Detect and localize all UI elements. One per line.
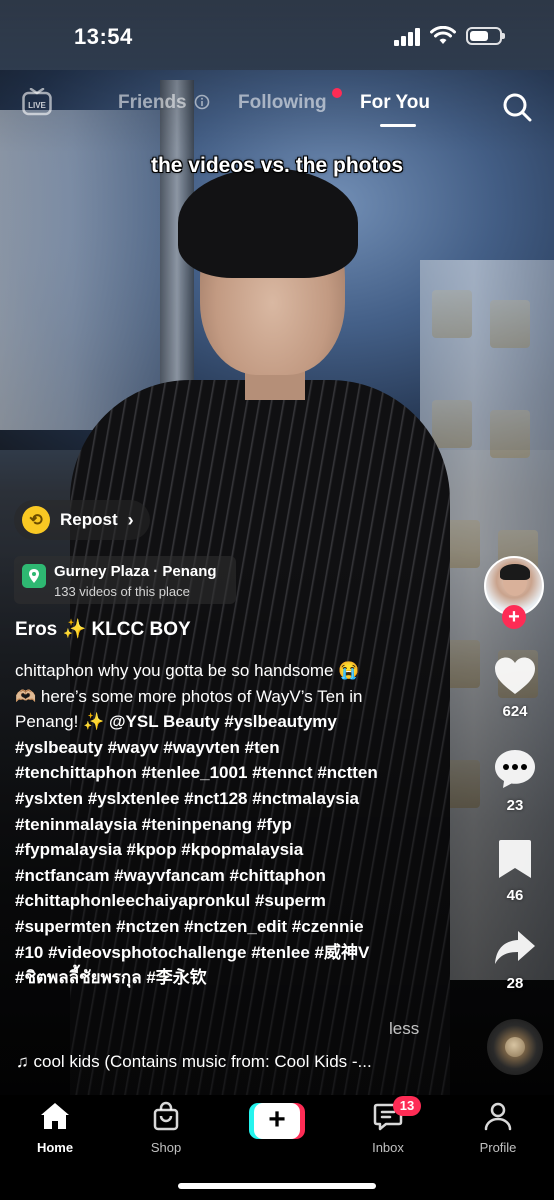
comment-button[interactable]: 23 <box>490 748 540 814</box>
tab-home-label: Home <box>36 1140 74 1155</box>
post-description: chittaphon why you gotta be so handsome … <box>15 658 410 991</box>
tab-shop[interactable]: Shop <box>126 1101 206 1155</box>
tab-home[interactable]: Home <box>15 1101 95 1155</box>
share-count: 28 <box>506 975 524 992</box>
live-icon[interactable]: LIVE <box>22 88 52 116</box>
music-ticker[interactable]: ♫ cool kids (Contains music from: Cool K… <box>16 1052 372 1072</box>
save-button[interactable]: 46 <box>490 838 540 904</box>
bookmark-icon <box>499 840 531 878</box>
description-line: 🫶🏼 here’s some more photos of WayV’s Ten… <box>15 686 363 706</box>
tab-shop-label: Shop <box>150 1140 182 1155</box>
live-label: LIVE <box>28 101 46 110</box>
hashtag-line[interactable]: #tenchittaphon #tenlee_1001 #tennct #nct… <box>15 760 410 786</box>
hashtag-line[interactable]: #yslxten #yslxtenlee #nct128 #nctmalaysi… <box>15 786 410 812</box>
hashtag-line[interactable]: #yslbeauty #wayv #wayvten #ten <box>15 735 410 761</box>
sound-disc[interactable] <box>487 1019 543 1075</box>
chevron-right-icon: › <box>127 509 134 530</box>
top-navigation: LIVE Friends Following For You <box>0 84 554 128</box>
location-tag[interactable]: Gurney Plaza · Penang 133 videos of this… <box>14 556 236 604</box>
tab-inbox-label: Inbox <box>372 1140 404 1155</box>
tab-for-you[interactable]: For You <box>360 92 430 114</box>
comment-count: 23 <box>506 797 524 814</box>
info-icon <box>194 94 210 110</box>
status-time: 13:54 <box>74 24 133 49</box>
location-name: Gurney Plaza · Penang <box>54 563 217 580</box>
inbox-badge: 13 <box>393 1096 421 1116</box>
avatar-hair <box>500 564 530 580</box>
save-count: 46 <box>506 887 524 904</box>
home-indicator[interactable] <box>178 1183 376 1189</box>
like-count: 624 <box>502 703 528 720</box>
share-button[interactable]: 28 <box>490 928 540 992</box>
tab-profile[interactable]: Profile <box>458 1101 538 1155</box>
tab-profile-label: Profile <box>479 1140 517 1155</box>
repost-label: Repost <box>60 510 118 529</box>
hashtag-line[interactable]: #ชิตพลลี้ชัยพรกุล #李永钦 <box>15 965 410 991</box>
create-button[interactable]: + <box>249 1103 305 1139</box>
comment-icon <box>495 750 535 788</box>
less-toggle[interactable]: less <box>389 1019 419 1039</box>
author-username[interactable]: Eros ✨ KLCC BOY <box>15 617 191 641</box>
tab-following[interactable]: Following <box>238 92 327 114</box>
following-notification-dot <box>332 88 342 98</box>
cellular-signal-icon <box>394 28 422 46</box>
repost-button[interactable]: ⟲ Repost › <box>14 500 150 540</box>
location-pin-icon <box>22 564 46 588</box>
profile-icon <box>484 1102 512 1131</box>
wifi-icon <box>430 26 456 44</box>
description-text: Penang! ✨ <box>15 712 109 732</box>
status-bar: 13:54 <box>0 0 554 70</box>
search-icon[interactable] <box>502 92 532 122</box>
home-icon <box>41 1103 69 1129</box>
active-tab-indicator <box>380 124 416 127</box>
hashtag-line[interactable]: #10 #videovsphotochallenge #tenlee #威神V <box>15 940 410 966</box>
hashtag-line[interactable]: #chittaphonleechaiyapronkul #superm <box>15 888 410 914</box>
location-subtitle: 133 videos of this place <box>54 584 190 599</box>
follow-button[interactable]: + <box>502 605 526 629</box>
repost-icon: ⟲ <box>22 506 50 534</box>
plus-icon: + <box>254 1103 300 1139</box>
battery-icon <box>466 27 505 45</box>
music-title: cool kids (Contains music from: Cool Kid… <box>33 1052 372 1071</box>
hashtag-line[interactable]: #fypmalaysia #kpop #kpopmalaysia <box>15 837 410 863</box>
description-line: chittaphon why you gotta be so handsome … <box>15 661 360 680</box>
hashtag-line[interactable]: #supermten #nctzen #nctzen_edit #czennie <box>15 914 410 940</box>
hashtag-line[interactable]: #nctfancam #wayvfancam #chittaphon <box>15 863 410 889</box>
description-line: Penang! ✨ @YSL Beauty #yslbeautymy <box>15 709 410 735</box>
heart-icon <box>495 657 535 694</box>
hashtag-line[interactable]: #teninmalaysia #teninpenang #fyp <box>15 812 410 838</box>
shopping-bag-icon <box>153 1101 179 1131</box>
tiktok-feed-screen: 13:54 LIVE Friends Following For You the… <box>0 0 554 1200</box>
mention-and-hashtag[interactable]: @YSL Beauty #yslbeautymy <box>109 712 337 731</box>
share-arrow-icon <box>495 931 535 964</box>
tab-friends[interactable]: Friends <box>118 92 210 114</box>
tab-friends-label: Friends <box>118 92 187 113</box>
like-button[interactable]: 624 <box>490 656 540 720</box>
video-caption-overlay: the videos vs. the photos <box>150 154 404 177</box>
music-note-icon: ♫ <box>16 1052 29 1071</box>
